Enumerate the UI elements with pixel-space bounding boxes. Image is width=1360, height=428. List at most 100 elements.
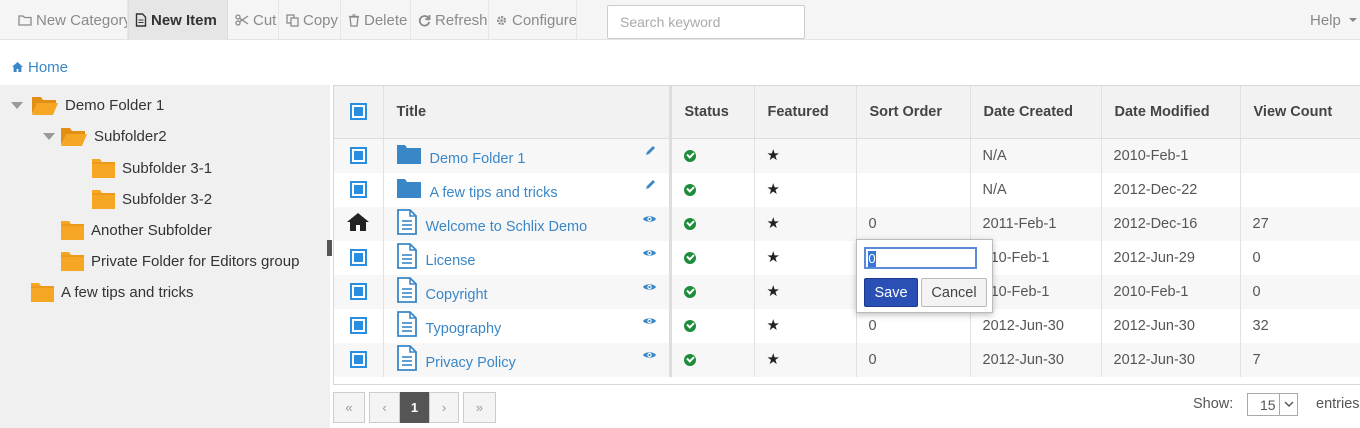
item-title-link[interactable]: Demo Folder 1	[430, 151, 526, 167]
table-row[interactable]: Demo Folder 1 ★ N/A 2010-Feb-1	[334, 138, 1360, 173]
column-header-sort-order[interactable]: Sort Order	[856, 86, 971, 139]
row-checkbox[interactable]	[349, 351, 367, 368]
featured-cell: ★	[754, 274, 857, 309]
page-size-select[interactable]: 15	[1247, 393, 1298, 416]
sort-order-cell[interactable]	[856, 172, 971, 207]
document-icon	[396, 208, 418, 239]
eye-icon[interactable]	[642, 280, 657, 296]
breadcrumb[interactable]: Home	[11, 58, 68, 76]
new-category-button[interactable]: New Category	[12, 0, 137, 40]
sort-order-cell[interactable]	[856, 138, 971, 173]
table-row[interactable]: License ★ 010-Feb-1 2012-Jun-29 0	[334, 240, 1360, 275]
column-header-featured[interactable]: Featured	[754, 86, 857, 139]
tree-node-label: A few tips and tricks	[61, 283, 194, 301]
chevron-down-icon	[1279, 394, 1297, 415]
row-checkbox[interactable]	[349, 317, 367, 334]
cancel-button[interactable]: Cancel	[921, 278, 987, 307]
row-checkbox[interactable]	[349, 283, 367, 300]
search-input[interactable]	[607, 5, 805, 39]
tree-node-subfolder-3-2[interactable]: Subfolder 3-2	[91, 186, 212, 212]
folder-open-icon	[32, 97, 58, 115]
next-page-button[interactable]: ›	[429, 392, 459, 423]
first-page-button[interactable]: «	[333, 392, 365, 423]
row-checkbox[interactable]	[349, 147, 367, 164]
tree-node-private-folder[interactable]: Private Folder for Editors group	[60, 248, 299, 274]
eye-icon[interactable]	[642, 314, 657, 330]
configure-button[interactable]: Configure	[489, 0, 583, 40]
collapse-toggle-icon[interactable]	[42, 132, 56, 142]
date-modified-cell: 2012-Dec-22	[1101, 172, 1241, 207]
tree-node-subfolder-3-1[interactable]: Subfolder 3-1	[91, 155, 212, 181]
item-title-link[interactable]: Welcome to Schlix Demo	[426, 219, 588, 235]
check-circle-icon[interactable]	[683, 183, 696, 196]
pencil-icon[interactable]	[644, 178, 657, 195]
table-row[interactable]: Welcome to Schlix Demo ★ 0 2011-Feb-1 2012-D…	[334, 206, 1360, 241]
folder-open-icon	[61, 128, 87, 146]
column-header-date-modified[interactable]: Date Modified	[1101, 86, 1241, 139]
row-checkbox[interactable]	[349, 249, 367, 266]
table-row[interactable]: Typography ★ 0 2012-Jun-30 2012-Jun-30 32	[334, 308, 1360, 343]
collapse-toggle-icon[interactable]	[10, 101, 24, 111]
star-icon[interactable]: ★	[767, 351, 780, 368]
star-icon[interactable]: ★	[767, 147, 780, 164]
document-icon	[396, 276, 418, 307]
eye-icon[interactable]	[642, 246, 657, 262]
save-button[interactable]: Save	[864, 278, 918, 307]
check-circle-icon[interactable]	[683, 353, 696, 366]
column-header-view-count[interactable]: View Count	[1240, 86, 1360, 139]
item-title-link[interactable]: Typography	[426, 321, 502, 337]
sort-order-input[interactable]	[864, 247, 977, 269]
refresh-button[interactable]: Refresh	[412, 0, 494, 40]
new-item-button[interactable]: New Item	[128, 0, 228, 40]
check-circle-icon[interactable]	[683, 149, 696, 162]
table-row[interactable]: A few tips and tricks ★ N/A 2012-Dec-22	[334, 172, 1360, 207]
star-icon[interactable]: ★	[767, 181, 780, 198]
item-title-link[interactable]: Privacy Policy	[426, 355, 516, 371]
pencil-icon[interactable]	[644, 144, 657, 161]
eye-icon[interactable]	[642, 348, 657, 364]
sort-order-cell[interactable]: 0	[856, 308, 971, 343]
date-modified-cell: 2012-Dec-16	[1101, 206, 1241, 241]
item-title-link[interactable]: A few tips and tricks	[430, 185, 558, 201]
tree-node-label: Private Folder for Editors group	[91, 252, 300, 270]
featured-cell: ★	[754, 308, 857, 343]
star-icon[interactable]: ★	[767, 215, 780, 232]
star-icon[interactable]: ★	[767, 317, 780, 334]
tree-node-another-subfolder[interactable]: Another Subfolder	[60, 217, 212, 243]
trash-icon	[349, 13, 359, 27]
delete-button[interactable]: Delete	[342, 0, 413, 40]
tree-node-demo-folder-1[interactable]: Demo Folder 1	[31, 92, 164, 118]
cut-button[interactable]: Cut	[229, 0, 282, 40]
table-row[interactable]: Copyright ★ 010-Feb-1 2010-Feb-1 0	[334, 274, 1360, 309]
status-cell	[670, 206, 755, 241]
column-header-status[interactable]: Status	[670, 86, 755, 139]
row-checkbox[interactable]	[349, 181, 367, 198]
item-title-link[interactable]: License	[426, 253, 476, 269]
breadcrumb-home[interactable]: Home	[28, 59, 68, 76]
current-page-button[interactable]: 1	[400, 392, 429, 423]
tree-node-tips-and-tricks[interactable]: A few tips and tricks	[30, 279, 194, 305]
sort-order-cell[interactable]: 0	[856, 342, 971, 377]
star-icon[interactable]: ★	[767, 283, 780, 300]
tree-node-label: Subfolder 3-1	[122, 159, 213, 177]
table-row[interactable]: Privacy Policy ★ 0 2012-Jun-30 2012-Jun-30 7	[334, 342, 1360, 377]
column-header-date-created[interactable]: Date Created	[970, 86, 1102, 139]
previous-page-button[interactable]: ‹	[369, 392, 400, 423]
document-icon	[396, 344, 418, 375]
eye-icon[interactable]	[642, 212, 657, 228]
new-item-label: New Item	[151, 11, 217, 29]
check-circle-icon[interactable]	[683, 217, 696, 230]
star-icon[interactable]: ★	[767, 249, 780, 266]
tree-node-subfolder2[interactable]: Subfolder2	[60, 123, 167, 149]
help-menu[interactable]: Help	[1310, 0, 1359, 40]
item-title-link[interactable]: Copyright	[426, 287, 488, 303]
select-all-checkbox[interactable]	[349, 103, 367, 121]
last-page-button[interactable]: »	[463, 392, 496, 423]
check-circle-icon[interactable]	[683, 319, 696, 332]
check-circle-icon[interactable]	[683, 285, 696, 298]
column-header-title[interactable]: Title	[383, 86, 672, 139]
panel-splitter-handle[interactable]	[327, 240, 332, 256]
copy-button[interactable]: Copy	[280, 0, 344, 40]
sort-order-cell[interactable]: 0	[856, 206, 971, 241]
check-circle-icon[interactable]	[683, 251, 696, 264]
